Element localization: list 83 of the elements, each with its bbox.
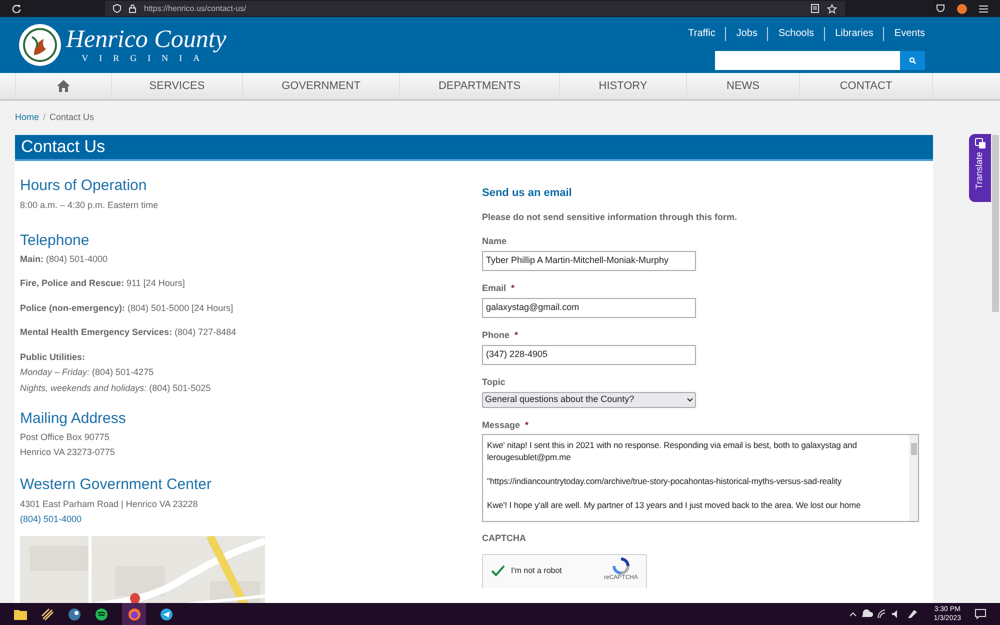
- field-label: Phone: [482, 330, 510, 341]
- page-title: Contact Us: [21, 136, 106, 158]
- address-line: Post Office Box 90775: [20, 431, 110, 444]
- topic-dropdown[interactable]: General questions about the County?: [482, 392, 696, 408]
- input-field[interactable]: (347) 228-4905: [482, 345, 696, 365]
- info-line: Monday – Friday: (804) 501-4275: [20, 366, 155, 379]
- info-line: Police (non-emergency): (804) 501-5000 [24 Hours]: [20, 302, 234, 315]
- search-icon: [909, 57, 916, 64]
- nav-link[interactable]: NEWS: [726, 78, 760, 94]
- breadcrumb-separator: /: [43, 111, 46, 124]
- field-label: Message: [482, 420, 520, 431]
- section-heading: Telephone: [20, 232, 90, 250]
- message-paragraph: Kwe'! I hope y'all are well. My partner of 13 years and I just moved back to the area. We lost our home: [487, 499, 862, 511]
- browser-icon: [128, 608, 140, 620]
- required-marker: *: [525, 420, 529, 431]
- field-label: Topic: [482, 377, 506, 388]
- captcha-text: I'm not a robot: [511, 565, 562, 577]
- message-field[interactable]: [482, 434, 919, 522]
- captcha-checkbox[interactable]: [491, 565, 505, 577]
- shield-icon[interactable]: [113, 4, 121, 13]
- required-marker: *: [511, 283, 515, 294]
- section-heading: Hours of Operation: [20, 177, 148, 195]
- active-taskbar-button[interactable]: [122, 603, 146, 625]
- notification-icon[interactable]: [975, 609, 986, 619]
- hours-text: 8:00 a.m. – 4:30 p.m. Eastern time: [20, 199, 160, 212]
- top-nav-link[interactable]: Libraries: [835, 26, 874, 41]
- nav-link[interactable]: DEPARTMENTS: [438, 78, 521, 94]
- search-field[interactable]: [715, 51, 900, 70]
- site-subtitle: VIRGINIA: [82, 53, 211, 63]
- input-field[interactable]: Tyber Phillip A Martin-Mitchell-Moniak-Murphy: [482, 251, 696, 271]
- form-notice: Please do not send sensitive information through this form.: [482, 210, 738, 224]
- field-label: Name: [482, 236, 507, 247]
- address-line: Henrico VA 23273-0775: [20, 446, 116, 458]
- address-line: 4301 East Parham Road | Henrico VA 23228: [20, 498, 199, 511]
- breadcrumb-link[interactable]: Home: [15, 111, 40, 125]
- nav-link[interactable]: HISTORY: [598, 78, 648, 94]
- top-nav-link[interactable]: Events: [894, 26, 925, 41]
- message-paragraph: "https://indiancountrytoday.com/archive/true-story-pocahontas-historical-myths-versus-sad-reality: [487, 475, 843, 487]
- county-seal-icon[interactable]: [18, 23, 62, 67]
- nav-link[interactable]: SERVICES: [149, 78, 205, 94]
- input-field[interactable]: galaxystag@gmail.com: [482, 298, 696, 318]
- site-title[interactable]: Henrico County: [66, 27, 226, 53]
- captcha-label: CAPTCHA: [482, 532, 527, 545]
- required-marker: *: [514, 330, 518, 341]
- lock-icon[interactable]: [129, 4, 136, 13]
- section-heading: Mailing Address: [20, 410, 127, 428]
- top-nav-link[interactable]: Traffic: [688, 26, 716, 41]
- nav-link[interactable]: CONTACT: [840, 78, 892, 94]
- url-text[interactable]: https://henrico.us/contact-us/: [144, 2, 246, 14]
- scrollbar-thumb[interactable]: [910, 443, 916, 455]
- pocket-icon[interactable]: [936, 4, 945, 13]
- phone-link[interactable]: (804) 501-4000: [20, 512, 482, 526]
- search-button[interactable]: [900, 51, 925, 70]
- form-heading: Send us an email: [482, 186, 573, 201]
- nav-link[interactable]: GOVERNMENT: [282, 78, 360, 94]
- music-app-icon[interactable]: [95, 608, 108, 620]
- info-line: Main: (804) 501-4000: [20, 252, 109, 266]
- message-paragraph: Kwe' nitap! I sent this in 2021 with no response. Responding via email is best, both to galaxystag and lerougesublet@pm.me: [487, 439, 858, 463]
- translate-tab[interactable]: Translate: [969, 134, 991, 202]
- scrollbar[interactable]: [992, 135, 999, 312]
- home-icon: [57, 80, 70, 92]
- translate-icon: [974, 138, 986, 149]
- info-line: Fire, Police and Rescue: 911 [24 Hours]: [20, 277, 186, 290]
- info-line: Nights, weekends and holidays: (804) 501-5025: [20, 382, 212, 395]
- section-heading: Western Government Center: [20, 476, 212, 494]
- recaptcha-icon: [612, 556, 630, 574]
- top-nav-link[interactable]: Jobs: [736, 26, 758, 41]
- menu-icon[interactable]: [979, 4, 988, 12]
- translate-label: Translate: [973, 152, 986, 190]
- folder-icon[interactable]: [14, 608, 27, 620]
- reader-icon[interactable]: [811, 4, 819, 13]
- profile-icon[interactable]: [957, 4, 967, 14]
- info-label: Public Utilities:: [20, 350, 86, 364]
- chevron-icon: [687, 398, 693, 402]
- top-nav-link[interactable]: Schools: [778, 26, 814, 41]
- reload-icon[interactable]: [12, 4, 21, 13]
- star-icon[interactable]: [827, 4, 837, 14]
- home-nav-item[interactable]: [15, 73, 112, 99]
- messenger-icon[interactable]: [160, 608, 173, 620]
- breadcrumb-current: Contact Us: [50, 111, 94, 124]
- app-icon[interactable]: [41, 608, 54, 620]
- info-line: Mental Health Emergency Services: (804) 727-8484: [20, 326, 238, 339]
- field-label: Email: [482, 283, 506, 294]
